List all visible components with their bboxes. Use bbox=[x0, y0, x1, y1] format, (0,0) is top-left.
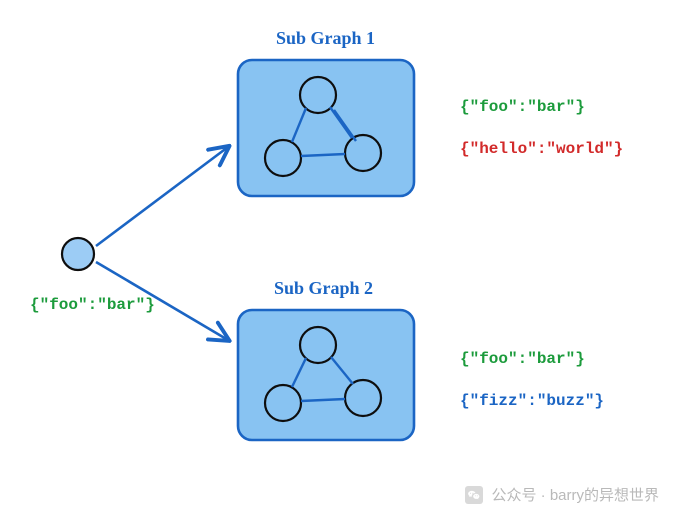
wechat-icon bbox=[465, 486, 483, 504]
out1-line2: {"hello":"world"} bbox=[460, 140, 623, 158]
diagram-canvas: Sub Graph 1 Sub Graph 2 {"foo":"bar"} {"… bbox=[0, 0, 677, 519]
out1-line1: {"foo":"bar"} bbox=[460, 98, 585, 116]
subgraph1-box bbox=[238, 60, 414, 196]
subgraph2-box bbox=[238, 310, 414, 440]
out2-line2: {"fizz":"buzz"} bbox=[460, 392, 604, 410]
watermark-text: 公众号 · barry的异想世界 bbox=[491, 484, 659, 505]
subgraph2-title: Sub Graph 2 bbox=[274, 278, 373, 299]
subgraph1-title: Sub Graph 1 bbox=[276, 28, 375, 49]
out2-line1: {"foo":"bar"} bbox=[460, 350, 585, 368]
source-node bbox=[62, 238, 94, 270]
watermark: 公众号 · barry的异想世界 bbox=[465, 484, 659, 505]
arrow-to-sub1 bbox=[96, 147, 228, 246]
diagram-svg bbox=[0, 0, 677, 519]
source-state-label: {"foo":"bar"} bbox=[30, 296, 155, 314]
